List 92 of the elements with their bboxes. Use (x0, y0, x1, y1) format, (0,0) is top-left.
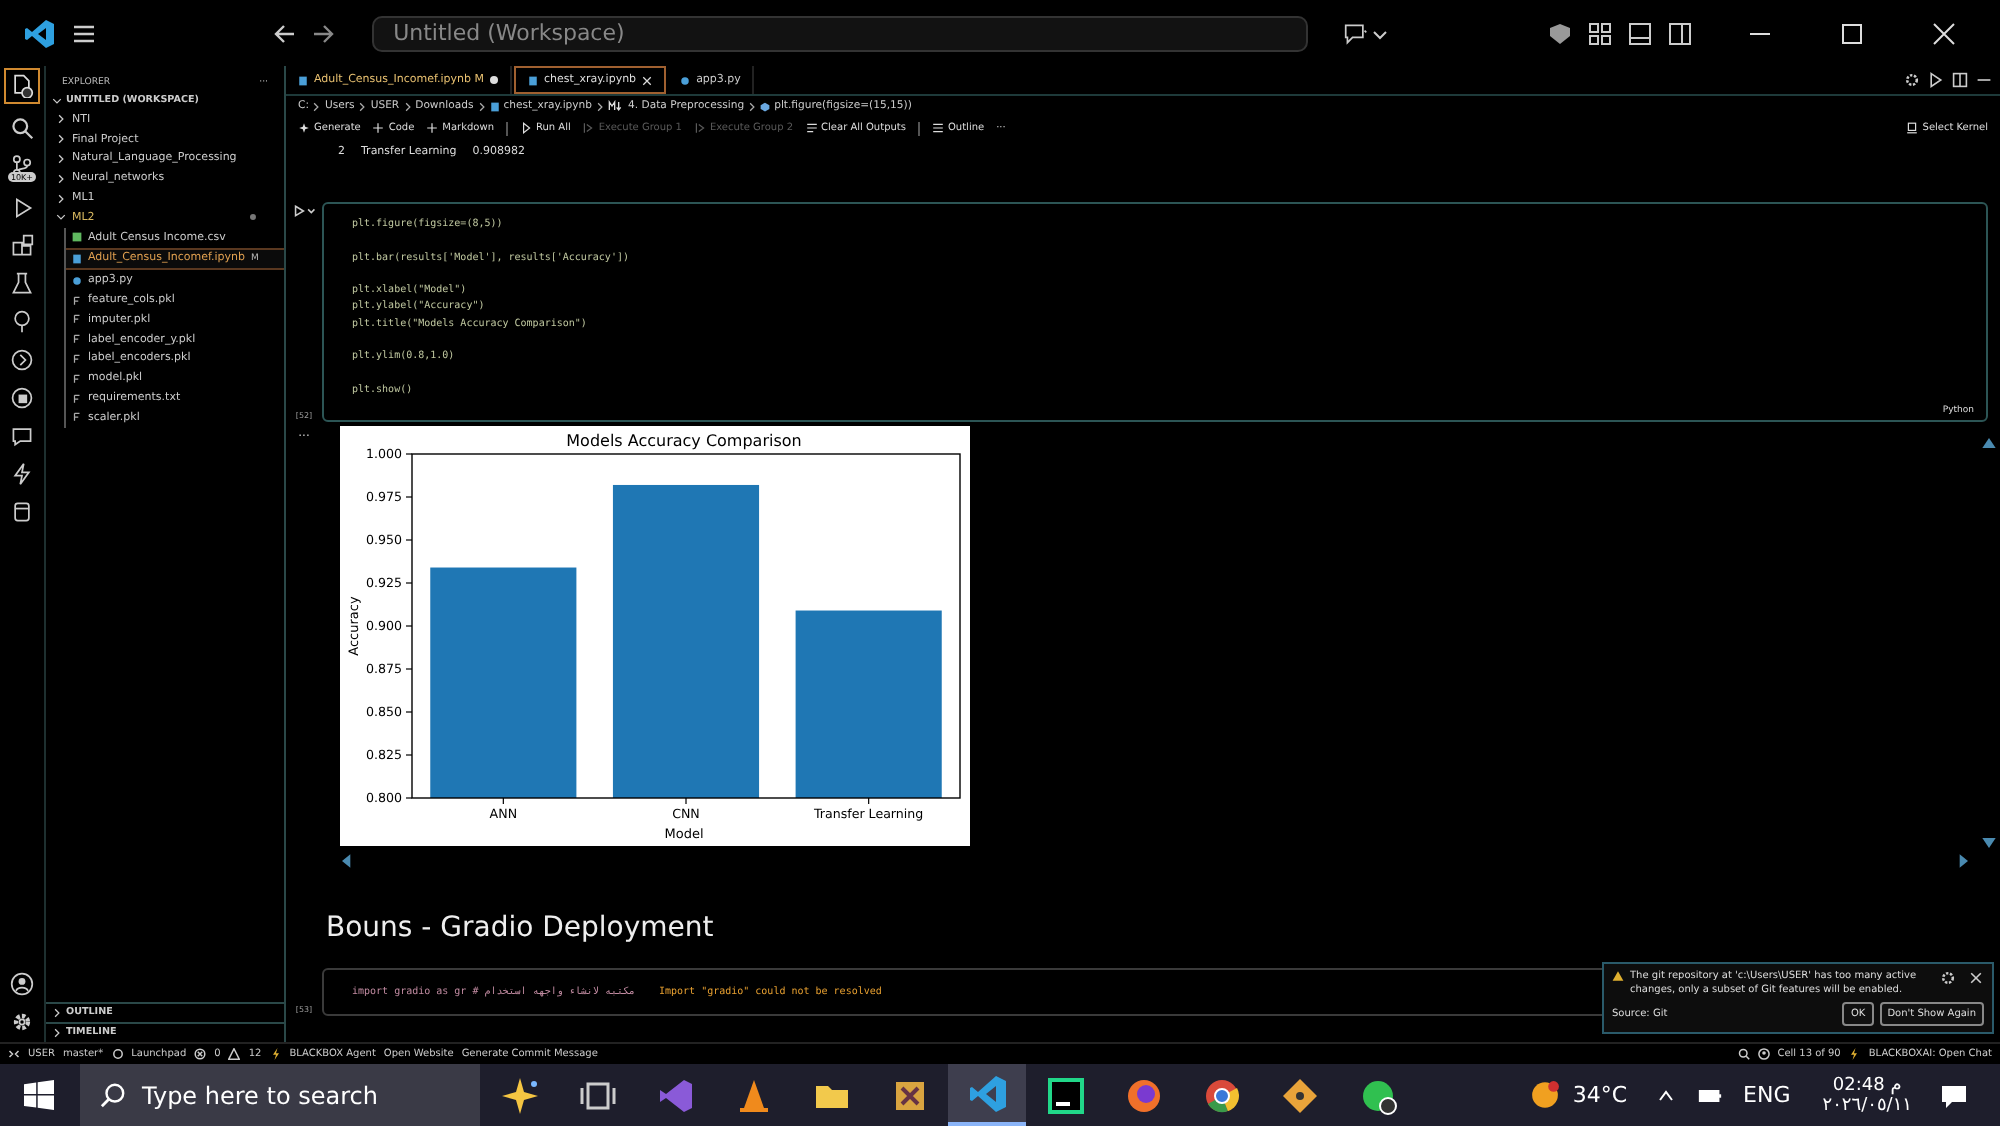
chart-title: Models Accuracy Comparison (566, 432, 802, 450)
file-icon (72, 393, 82, 404)
caret-icon[interactable] (1371, 25, 1388, 41)
vs-icon (655, 1075, 695, 1115)
sparkle-icon (298, 122, 310, 134)
firefox-icon (1123, 1075, 1163, 1115)
search-icon (100, 1082, 126, 1108)
weather-icon[interactable] (1530, 1080, 1561, 1110)
copilot-icon (499, 1075, 539, 1115)
notification-icon[interactable] (1940, 1081, 1968, 1109)
close-icon[interactable] (1932, 21, 1956, 45)
bolt-icon[interactable] (10, 462, 34, 486)
chevron-icon (748, 101, 757, 111)
language-indicator[interactable]: ENG (1743, 1082, 1791, 1108)
layout-icon[interactable] (1588, 21, 1612, 45)
file-icon (72, 334, 82, 345)
vscode-icon (967, 1073, 1007, 1113)
back-arrow-icon[interactable] (271, 21, 296, 45)
error-icon[interactable] (194, 1048, 207, 1060)
account-icon[interactable] (10, 972, 34, 996)
notebook-icon (489, 101, 500, 111)
flask-icon[interactable] (10, 272, 34, 296)
circle-play-icon[interactable] (10, 348, 34, 372)
cube-icon (760, 101, 771, 111)
warning-icon (1612, 970, 1624, 982)
plus-icon (372, 122, 385, 134)
chevron-icon (312, 101, 321, 111)
gear-icon[interactable] (1940, 970, 1956, 986)
run-icon (520, 122, 532, 134)
bolt-icon (269, 1048, 282, 1060)
chat-icon[interactable] (1343, 21, 1368, 45)
group-icon (693, 122, 706, 134)
source-control-icon[interactable] (9, 154, 34, 178)
panel-icon[interactable] (1628, 21, 1652, 45)
gear-icon[interactable] (1904, 72, 1920, 88)
chevron-icon (358, 101, 367, 111)
list-icon (931, 122, 944, 134)
search-icon[interactable] (10, 116, 34, 140)
circle-doc-icon[interactable] (10, 386, 34, 410)
forward-arrow-icon[interactable] (311, 21, 336, 45)
scroll-left-icon[interactable] (342, 854, 352, 868)
chevron-icon (477, 101, 486, 111)
bolt-icon (1848, 1048, 1861, 1060)
file-icon (72, 373, 82, 384)
whatsapp-icon (1357, 1075, 1397, 1115)
remote-icon[interactable] (8, 1048, 20, 1060)
scroll-up-icon[interactable] (1981, 438, 1995, 448)
pycharm-icon (1045, 1075, 1085, 1115)
chevron-up-icon[interactable] (1653, 1085, 1678, 1105)
file-icon (72, 353, 82, 364)
tree-icon[interactable] (10, 310, 34, 334)
clock[interactable]: 02:48 م ٢٠٢٦/٠٥/١١ (1822, 1075, 1912, 1115)
file-icon (72, 412, 82, 423)
group-icon (582, 122, 595, 134)
close-icon[interactable] (642, 75, 653, 85)
chrome-icon (1201, 1075, 1241, 1115)
notebook-icon (528, 75, 539, 85)
extensions-icon[interactable] (10, 234, 34, 258)
kernel-icon (1906, 122, 1919, 134)
scroll-right-icon[interactable] (1958, 854, 1968, 868)
markdown-icon (608, 100, 625, 112)
menu-icon[interactable] (72, 21, 96, 45)
run-cell-icon[interactable] (293, 204, 315, 218)
search-field[interactable]: Type here to search (80, 1064, 480, 1126)
maximize-icon[interactable] (1840, 21, 1864, 45)
warning-icon[interactable] (228, 1048, 241, 1060)
app-logo-icon[interactable] (24, 17, 56, 49)
split-editor-icon[interactable] (1952, 72, 1968, 88)
settings-icon[interactable] (10, 1010, 34, 1034)
sidebar-icon[interactable] (1668, 21, 1692, 45)
run-icon[interactable] (1928, 72, 1944, 88)
markdown-heading: Bouns - Gradio Deployment (326, 912, 716, 944)
file-icon (680, 75, 691, 85)
battery-icon[interactable] (1697, 1085, 1722, 1105)
command-center-field[interactable]: Untitled (Workspace) (371, 15, 1308, 51)
chevron-icon (403, 101, 412, 111)
chevron-icon (596, 101, 605, 111)
clear-icon (805, 122, 818, 134)
close-icon[interactable] (1968, 970, 1984, 986)
file-icon (72, 295, 82, 306)
shield-icon[interactable] (1548, 21, 1572, 45)
taskbar-app-icon[interactable] (948, 1064, 1026, 1126)
files-icon[interactable] (6, 70, 38, 102)
scroll-down-icon[interactable] (1981, 838, 1995, 848)
weather-temperature[interactable]: 34°C (1572, 1082, 1628, 1108)
file-icon (72, 314, 82, 325)
notebook-icon (298, 75, 308, 85)
database-icon[interactable] (10, 500, 34, 524)
run-debug-icon[interactable] (10, 196, 34, 220)
plus-icon (426, 122, 439, 134)
zoom-icon[interactable] (1737, 1048, 1750, 1060)
chat-bubble-icon[interactable] (10, 424, 34, 448)
